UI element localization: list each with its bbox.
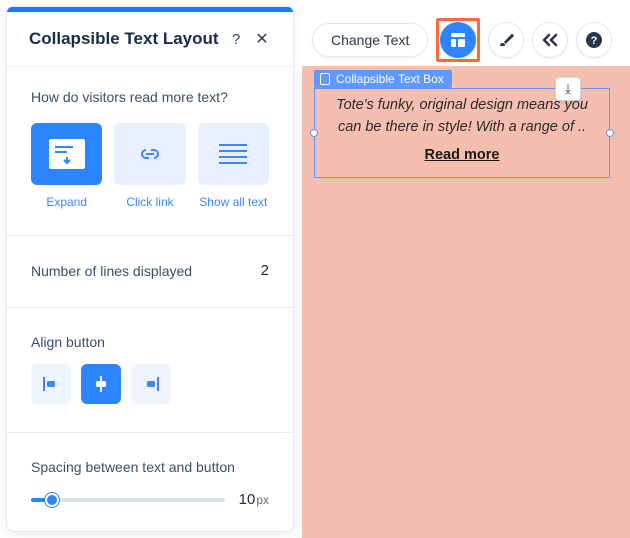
link-icon	[135, 144, 165, 164]
align-button-group	[31, 364, 269, 404]
divider	[7, 235, 293, 236]
align-center-button[interactable]	[81, 364, 121, 404]
change-text-button[interactable]: Change Text	[312, 23, 428, 57]
download-icon: ⤓	[565, 81, 571, 97]
animation-button[interactable]	[532, 22, 568, 58]
divider	[7, 432, 293, 433]
spacing-value: 10	[239, 491, 256, 508]
panel-body: How do visitors read more text?	[7, 67, 293, 531]
spacing-value-display: 10 px	[239, 491, 269, 508]
spacing-unit: px	[256, 493, 269, 507]
read-option-show-all[interactable]	[198, 123, 269, 185]
svg-text:?: ?	[591, 35, 598, 47]
read-mode-labels: Expand Click link Show all text	[31, 195, 269, 209]
download-badge[interactable]: ⤓	[555, 77, 581, 101]
read-more-link[interactable]: Read more	[329, 147, 595, 163]
help-button[interactable]: ?	[223, 26, 249, 52]
editor-canvas: Change Text	[302, 0, 630, 538]
align-right-icon	[142, 375, 160, 393]
divider	[7, 307, 293, 308]
design-button[interactable]	[488, 22, 524, 58]
read-option-click-link[interactable]	[114, 123, 185, 185]
help-circle-button[interactable]: ?	[576, 22, 612, 58]
close-button[interactable]: ✕	[249, 26, 275, 52]
align-left-button[interactable]	[31, 364, 71, 404]
help-icon: ?	[232, 31, 240, 48]
read-label-expand: Expand	[31, 195, 102, 209]
settings-panel: Collapsible Text Layout ? ✕ How do visit…	[6, 6, 294, 532]
spacing-slider[interactable]	[31, 498, 225, 502]
lines-row: Number of lines displayed 2	[31, 262, 269, 279]
read-question-label: How do visitors read more text?	[31, 89, 269, 105]
resize-handle-right[interactable]	[606, 129, 614, 137]
layout-button-highlight	[436, 18, 480, 62]
brush-icon	[497, 31, 515, 49]
mobile-icon	[320, 73, 330, 85]
component-badge: Collapsible Text Box	[314, 70, 452, 88]
lines-value[interactable]: 2	[261, 262, 269, 279]
layout-button[interactable]	[440, 22, 476, 58]
floating-toolbar: Change Text	[312, 18, 612, 62]
align-left-icon	[42, 375, 60, 393]
canvas-stage[interactable]: Collapsible Text Box ⤓ Tote's funky, ori…	[302, 66, 630, 538]
panel-title: Collapsible Text Layout	[29, 29, 223, 49]
component-badge-label: Collapsible Text Box	[336, 72, 444, 86]
spacing-label: Spacing between text and button	[31, 459, 269, 475]
read-label-show-all: Show all text	[198, 195, 269, 209]
sample-text: Tote's funky, original design means you …	[329, 95, 595, 139]
show-all-icon	[213, 139, 253, 169]
collapsible-text-box[interactable]: ⤓ Tote's funky, original design means yo…	[314, 88, 610, 178]
align-center-icon	[92, 375, 110, 393]
expand-icon	[47, 137, 87, 171]
align-right-button[interactable]	[131, 364, 171, 404]
spacing-slider-row: 10 px	[31, 491, 269, 508]
question-icon: ?	[585, 31, 603, 49]
resize-handle-left[interactable]	[310, 129, 318, 137]
read-option-expand[interactable]	[31, 123, 102, 185]
chevrons-left-icon	[541, 33, 559, 47]
panel-header: Collapsible Text Layout ? ✕	[7, 12, 293, 67]
read-label-click-link: Click link	[114, 195, 185, 209]
lines-label: Number of lines displayed	[31, 263, 192, 279]
layout-icon	[449, 31, 467, 49]
close-icon: ✕	[255, 29, 268, 49]
read-mode-options	[31, 123, 269, 185]
align-label: Align button	[31, 334, 269, 350]
slider-thumb[interactable]	[45, 493, 59, 507]
